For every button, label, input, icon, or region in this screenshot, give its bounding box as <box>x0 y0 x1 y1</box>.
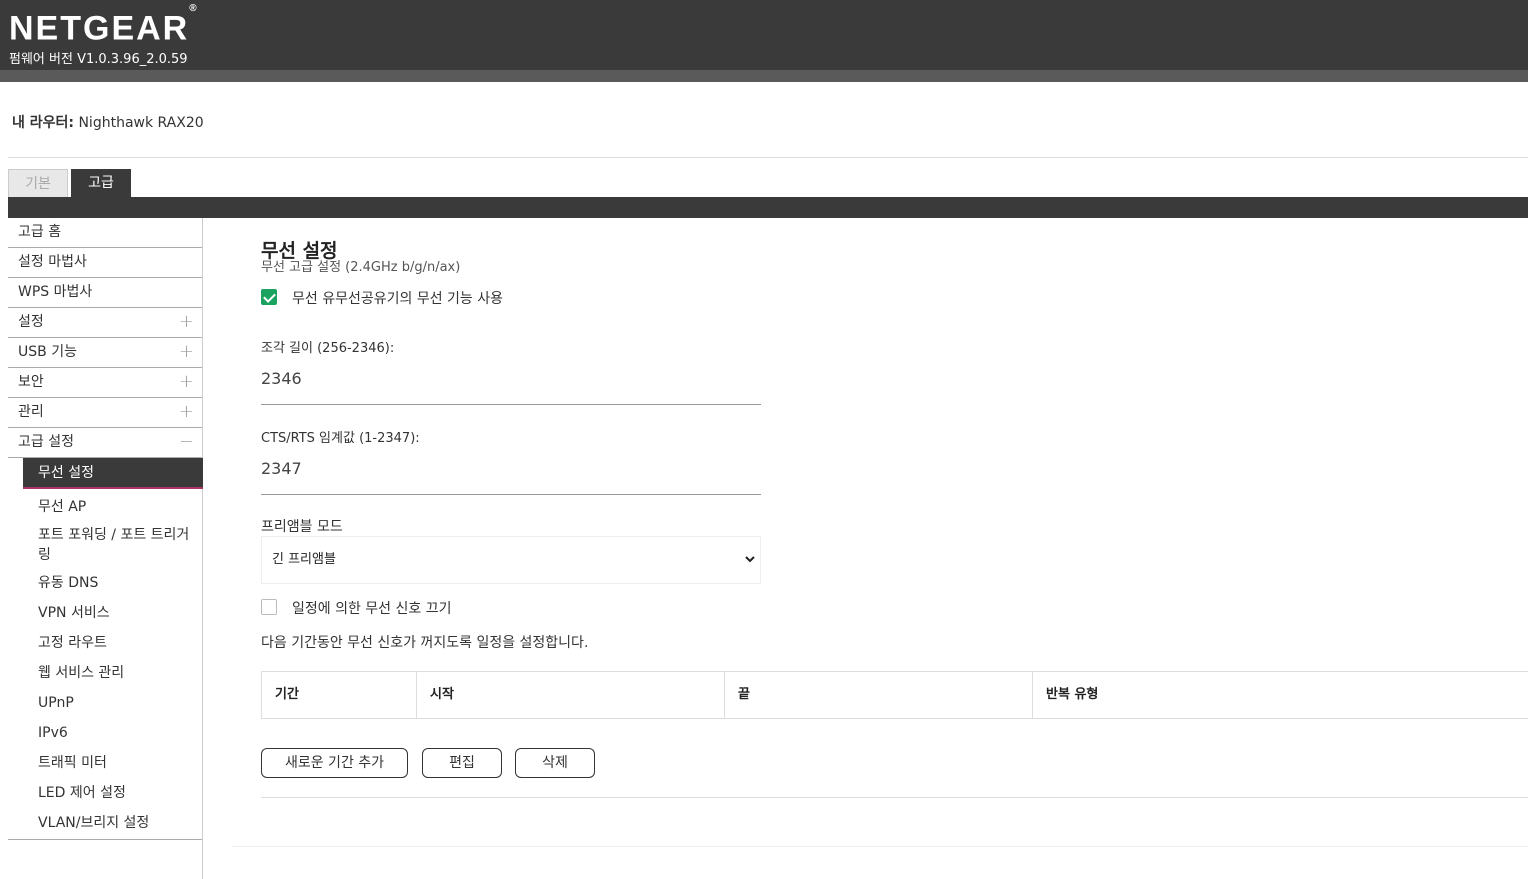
expand-icon[interactable]: + <box>179 398 194 426</box>
divider <box>8 839 202 840</box>
sidebar-sub-ipv6[interactable]: IPv6 <box>23 721 203 745</box>
chevron-down-icon <box>744 537 756 602</box>
enable-wireless-checkbox[interactable] <box>261 289 277 305</box>
tab-basic[interactable]: 기본 <box>8 169 68 197</box>
add-period-button[interactable]: 새로운 기간 추가 <box>261 748 408 778</box>
expand-icon[interactable]: + <box>179 368 194 396</box>
preamble-selected: 긴 프리앰블 <box>272 552 336 567</box>
netgear-logo: NETGEAR® <box>9 3 197 48</box>
preamble-label: 프리앰블 모드 <box>261 519 343 535</box>
sidebar-item-admin[interactable]: 관리 + <box>8 398 202 428</box>
table-header-period: 기간 <box>262 672 417 718</box>
sidebar-item-security[interactable]: 보안 + <box>8 368 202 398</box>
sidebar-sub-port-forwarding[interactable]: 포트 포워딩 / 포트 트리거링 <box>23 525 203 565</box>
schedule-table: 기간 시작 끝 반복 유형 <box>261 671 1528 719</box>
router-info: 내 라우터: Nighthawk RAX20 <box>12 112 204 132</box>
tab-advanced[interactable]: 고급 <box>71 169 131 197</box>
sidebar-item-advanced-home[interactable]: 고급 홈 <box>8 218 202 248</box>
table-header-repeat: 반복 유형 <box>1046 687 1099 702</box>
firmware-version: 펌웨어 버전 V1.0.3.96_2.0.59 <box>9 52 188 67</box>
delete-button[interactable]: 삭제 <box>515 748 595 778</box>
sidebar-sub-upnp[interactable]: UPnP <box>23 691 203 715</box>
sidebar-sub-led-control[interactable]: LED 제어 설정 <box>23 781 203 805</box>
schedule-off-label: 일정에 의한 무선 신호 끄기 <box>292 601 452 617</box>
edit-button[interactable]: 편집 <box>422 748 502 778</box>
sidebar-sub-vpn[interactable]: VPN 서비스 <box>23 601 203 625</box>
enable-wireless-label: 무선 유무선공유기의 무선 기능 사용 <box>292 291 503 307</box>
sidebar-item-setup-wizard[interactable]: 설정 마법사 <box>8 248 202 278</box>
schedule-off-checkbox[interactable] <box>261 599 277 615</box>
expand-icon[interactable]: + <box>179 338 194 366</box>
sidebar-item-setup[interactable]: 설정 + <box>8 308 202 338</box>
sidebar-sub-wireless-ap[interactable]: 무선 AP <box>23 495 203 519</box>
cts-rts-underline <box>261 494 761 495</box>
cts-rts-input[interactable]: 2347 <box>261 459 302 478</box>
sidebar-sub-wireless-settings[interactable]: 무선 설정 <box>23 458 203 489</box>
sidebar-item-advanced-setup[interactable]: 고급 설정 − <box>8 428 202 458</box>
sidebar-sub-static-routes[interactable]: 고정 라우트 <box>23 631 203 655</box>
expand-icon[interactable]: + <box>179 308 194 336</box>
table-header-start: 시작 <box>417 672 725 718</box>
sidebar: 고급 홈 설정 마법사 WPS 마법사 설정 + USB 기능 + 보안 + 관리 + … <box>8 218 203 879</box>
footer-divider <box>232 846 1528 847</box>
table-header-end: 끝 <box>725 672 1033 718</box>
sidebar-item-usb[interactable]: USB 기능 + <box>8 338 202 368</box>
fragment-length-label: 조각 길이 (256-2346): <box>261 341 395 356</box>
collapse-icon[interactable]: − <box>179 428 194 456</box>
divider <box>8 157 1528 158</box>
fragment-length-input[interactable]: 2346 <box>261 369 302 388</box>
preamble-select[interactable]: 긴 프리앰블 <box>261 536 761 584</box>
sidebar-sub-dynamic-dns[interactable]: 유동 DNS <box>23 571 203 595</box>
header-strip <box>0 70 1528 82</box>
section-subtitle: 무선 고급 설정 (2.4GHz b/g/n/ax) <box>261 260 461 275</box>
divider <box>261 797 1528 798</box>
sidebar-sub-web-services[interactable]: 웹 서비스 관리 <box>23 661 203 685</box>
router-label: 내 라우터: <box>12 115 74 131</box>
sidebar-sub-traffic-meter[interactable]: 트래픽 미터 <box>23 751 203 775</box>
sidebar-sub-vlan-bridge[interactable]: VLAN/브리지 설정 <box>23 811 203 835</box>
fragment-length-underline <box>261 404 761 405</box>
cts-rts-label: CTS/RTS 임계값 (1-2347): <box>261 431 420 446</box>
tab-bar <box>8 197 1528 218</box>
header-bar: NETGEAR® 펌웨어 버전 V1.0.3.96_2.0.59 <box>0 0 1528 82</box>
schedule-description: 다음 기간동안 무선 신호가 꺼지도록 일정을 설정합니다. <box>261 635 589 651</box>
sidebar-item-wps-wizard[interactable]: WPS 마법사 <box>8 278 202 308</box>
router-name: Nighthawk RAX20 <box>78 115 204 131</box>
